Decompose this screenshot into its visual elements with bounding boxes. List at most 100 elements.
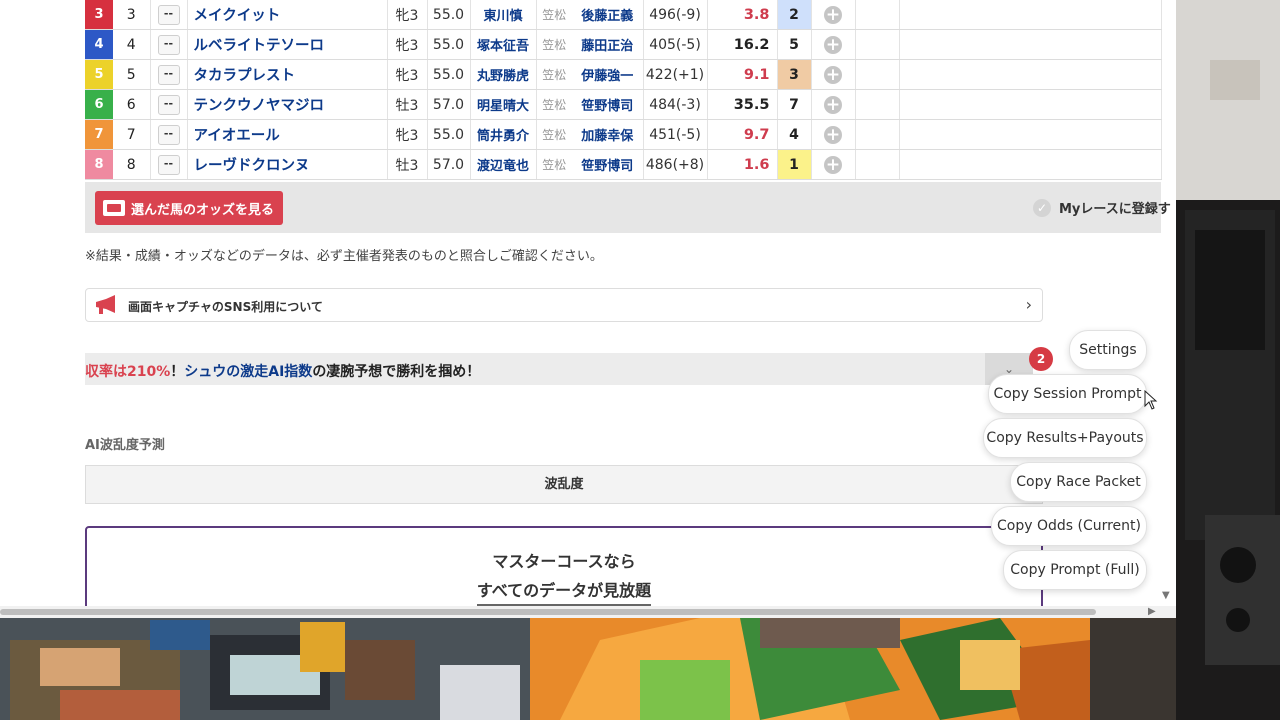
odds-action-bar: 選んだ馬のオッズを見る ✓ Myレースに登録す <box>85 182 1171 233</box>
blank-cell <box>855 29 900 60</box>
jockey-name[interactable]: 筒井勇介 <box>470 119 537 150</box>
horse-body-weight: 496(-9) <box>643 0 708 30</box>
trainer-name[interactable]: 後藤正義 <box>572 0 644 30</box>
blank-cell <box>855 0 900 30</box>
mark-select-button[interactable]: -- <box>157 64 180 85</box>
copy-prompt-full-button[interactable]: Copy Prompt (Full) <box>1003 550 1147 590</box>
race-entry-row: 3 3 -- メイクイット 牝3 55.0 東川慎 笠松 後藤正義 496(-9) 3.8 2 + <box>85 0 1162 30</box>
promo-ai-index: シュウの激走AI指数 <box>184 364 313 380</box>
trainer-name[interactable]: 笹野博司 <box>572 149 644 180</box>
jockey-name[interactable]: 明星晴大 <box>470 89 537 120</box>
horse-name[interactable]: タカラプレスト <box>187 59 388 90</box>
blank-cell <box>899 119 1162 150</box>
horizontal-scrollbar[interactable]: ▶ <box>0 606 1176 618</box>
plus-cell: + <box>811 89 856 120</box>
trainer-name[interactable]: 藤田正治 <box>572 29 644 60</box>
horse-number: 4 <box>113 29 151 60</box>
ai-promo-banner[interactable]: 収率は210%！シュウの激走AI指数の凄腕予想で勝利を掴め！ ⌄ <box>85 353 1033 385</box>
horse-number: 3 <box>113 0 151 30</box>
blank-cell <box>855 59 900 90</box>
mark-select-button[interactable]: -- <box>157 34 180 55</box>
win-odds: 3.8 <box>707 0 778 30</box>
horse-body-weight: 451(-5) <box>643 119 708 150</box>
win-odds: 1.6 <box>707 149 778 180</box>
stable-location: 笠松 <box>536 119 572 150</box>
blank-cell <box>855 89 900 120</box>
add-favorite-icon[interactable]: + <box>824 95 842 114</box>
jockey-name[interactable]: 東川慎 <box>470 0 537 30</box>
win-odds: 16.2 <box>707 29 778 60</box>
race-entry-row: 8 8 -- レーヴドクロンヌ 牡3 57.0 渡辺竜也 笠松 笹野博司 486(+8) 1.6 1 + <box>85 149 1162 180</box>
notification-badge: 2 <box>1029 347 1053 371</box>
stable-location: 笠松 <box>536 29 572 60</box>
mark-cell: -- <box>150 59 188 90</box>
copy-results-payouts-button[interactable]: Copy Results+Payouts <box>983 418 1147 458</box>
add-favorite-icon[interactable]: + <box>824 35 842 54</box>
horizontal-scrollbar-thumb[interactable] <box>0 609 1096 615</box>
trainer-name[interactable]: 笹野博司 <box>572 89 644 120</box>
sns-notice-link[interactable]: 画面キャプチャのSNS利用について › <box>85 288 1043 322</box>
sex-age: 牝3 <box>387 59 428 90</box>
horse-name[interactable]: アイオエール <box>187 119 388 150</box>
popularity-rank: 1 <box>777 149 812 180</box>
add-favorite-icon[interactable]: + <box>824 65 842 84</box>
sex-age: 牡3 <box>387 89 428 120</box>
plus-cell: + <box>811 59 856 90</box>
master-course-promo[interactable]: マスターコースなら すべてのデータが見放題 <box>85 526 1043 606</box>
jockey-name[interactable]: 渡辺竜也 <box>470 149 537 180</box>
trainer-name[interactable]: 伊藤強一 <box>572 59 644 90</box>
promo-rate: 収率は210% <box>85 364 171 380</box>
mark-select-button[interactable]: -- <box>157 94 180 115</box>
blank-cell <box>855 119 900 150</box>
copy-session-prompt-button[interactable]: Copy Session Prompt <box>988 374 1147 414</box>
scroll-down-arrow-icon[interactable]: ▼ <box>1162 590 1170 601</box>
jockey-name[interactable]: 塚本征吾 <box>470 29 537 60</box>
carried-weight: 55.0 <box>427 119 471 150</box>
scroll-right-arrow-icon[interactable]: ▶ <box>1148 606 1156 618</box>
mark-cell: -- <box>150 89 188 120</box>
blank-cell <box>855 149 900 180</box>
add-favorite-icon[interactable]: + <box>824 5 842 24</box>
stable-location: 笠松 <box>536 0 572 30</box>
promo-exclaim: ！ <box>170 364 185 380</box>
trainer-name[interactable]: 加藤幸保 <box>572 119 644 150</box>
mark-select-button[interactable]: -- <box>157 4 180 25</box>
horse-name[interactable]: ルベライトテソーロ <box>187 29 388 60</box>
jockey-name[interactable]: 丸野勝虎 <box>470 59 537 90</box>
popularity-rank: 2 <box>777 0 812 30</box>
volatility-header: 波乱度 <box>85 465 1043 504</box>
horse-body-weight: 405(-5) <box>643 29 708 60</box>
race-entry-table: 3 3 -- メイクイット 牝3 55.0 東川慎 笠松 後藤正義 496(-9) 3.8 2 +4 4-… <box>85 0 1162 180</box>
plus-cell: + <box>811 0 856 30</box>
sex-age: 牝3 <box>387 119 428 150</box>
plus-cell: + <box>811 29 856 60</box>
horse-name[interactable]: レーヴドクロンヌ <box>187 149 388 180</box>
horse-number: 7 <box>113 119 151 150</box>
horse-number: 6 <box>113 89 151 120</box>
ai-volatility-label: AI波乱度予測 <box>85 438 165 453</box>
popularity-rank: 5 <box>777 29 812 60</box>
mark-cell: -- <box>150 29 188 60</box>
view-selected-odds-button[interactable]: 選んだ馬のオッズを見る <box>95 191 283 225</box>
add-favorite-icon[interactable]: + <box>824 125 842 144</box>
add-to-my-race-label: Myレースに登録す <box>1059 202 1171 217</box>
mouse-cursor-icon <box>1144 390 1158 410</box>
blank-cell <box>899 149 1162 180</box>
copy-odds-current-button[interactable]: Copy Odds (Current) <box>991 506 1147 546</box>
stable-location: 笠松 <box>536 149 572 180</box>
add-favorite-icon[interactable]: + <box>824 155 842 174</box>
mark-cell: -- <box>150 149 188 180</box>
stable-location: 笠松 <box>536 89 572 120</box>
horse-number: 8 <box>113 149 151 180</box>
settings-button[interactable]: Settings <box>1069 330 1147 370</box>
horse-name[interactable]: テンクウノヤマジロ <box>187 89 388 120</box>
horse-name[interactable]: メイクイット <box>187 0 388 30</box>
blank-cell <box>899 59 1162 90</box>
master-line-2: すべてのデータが見放題 <box>476 577 652 606</box>
mark-select-button[interactable]: -- <box>157 124 180 145</box>
add-to-my-race-button[interactable]: ✓ Myレースに登録す <box>1033 198 1171 217</box>
popularity-rank: 7 <box>777 89 812 120</box>
mark-select-button[interactable]: -- <box>157 154 180 175</box>
master-line-1: マスターコースなら <box>492 552 636 571</box>
copy-race-packet-button[interactable]: Copy Race Packet <box>1010 462 1147 502</box>
